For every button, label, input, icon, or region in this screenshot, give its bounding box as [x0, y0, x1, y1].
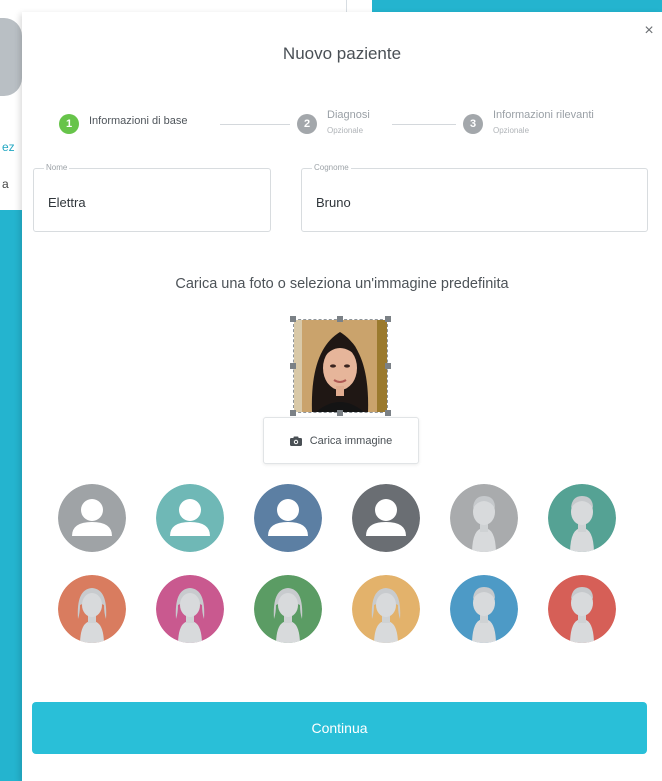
modal-title: Nuovo paziente	[282, 44, 402, 63]
last-name-label: Cognome	[312, 163, 351, 172]
avatar-generic-icon	[156, 484, 224, 552]
new-patient-modal: × Nuovo paziente 1 Informazioni di base …	[22, 12, 662, 781]
default-avatar-option[interactable]	[548, 575, 616, 643]
crop-handle[interactable]	[290, 316, 296, 322]
avatar-woman-icon	[58, 575, 126, 643]
avatar-man-icon	[450, 575, 518, 643]
background-sidebar: ez a	[0, 0, 22, 781]
background-partial-text: ez	[2, 140, 15, 154]
crop-handle[interactable]	[337, 410, 343, 416]
step-label: Diagnosi	[327, 109, 370, 121]
background-divider	[346, 0, 347, 12]
avatar-generic-icon	[254, 484, 322, 552]
crop-handle[interactable]	[290, 410, 296, 416]
background-partial-text: a	[2, 177, 9, 191]
step-label: Informazioni rilevanti	[493, 109, 594, 121]
default-avatar-option[interactable]	[352, 575, 420, 643]
close-icon[interactable]: ×	[640, 22, 658, 40]
crop-handle[interactable]	[290, 363, 296, 369]
first-name-field[interactable]: Nome	[33, 163, 271, 232]
crop-handle[interactable]	[385, 316, 391, 322]
avatar-generic-icon	[58, 484, 126, 552]
crop-handle[interactable]	[385, 363, 391, 369]
default-avatar-option[interactable]	[254, 484, 322, 552]
avatar-man-icon	[450, 484, 518, 552]
avatar-woman-icon	[352, 575, 420, 643]
upload-image-label: Carica immagine	[309, 434, 393, 447]
continue-button[interactable]: Continua	[32, 702, 647, 754]
patient-photo	[294, 320, 387, 412]
step-sublabel: Opzionale	[493, 126, 530, 135]
step-connector	[220, 124, 290, 125]
last-name-field[interactable]: Cognome	[301, 163, 648, 232]
first-name-input[interactable]	[46, 194, 263, 211]
default-avatar-option[interactable]	[58, 484, 126, 552]
step-connector	[392, 124, 456, 125]
avatar-woman-icon	[254, 575, 322, 643]
background-header-strip	[372, 0, 662, 12]
crop-handle[interactable]	[337, 316, 343, 322]
step-sublabel: Opzionale	[327, 126, 364, 135]
background-panel: ez a	[0, 0, 22, 210]
default-avatar-option[interactable]	[450, 484, 518, 552]
step-number-badge: 3	[463, 114, 483, 134]
default-avatar-option[interactable]	[156, 575, 224, 643]
default-avatar-option[interactable]	[58, 575, 126, 643]
step-number-badge: 1	[59, 114, 79, 134]
step-number-badge: 2	[297, 114, 317, 134]
avatar-man-icon	[548, 575, 616, 643]
first-name-label: Nome	[44, 163, 70, 172]
default-avatar-option[interactable]	[254, 575, 322, 643]
default-avatar-option[interactable]	[450, 575, 518, 643]
background-avatar	[0, 18, 22, 96]
uploaded-photo-crop[interactable]	[290, 316, 391, 416]
default-avatar-option[interactable]	[548, 484, 616, 552]
last-name-input[interactable]	[314, 194, 629, 211]
upload-image-button[interactable]: Carica immagine	[263, 417, 419, 464]
default-avatar-option[interactable]	[352, 484, 420, 552]
avatar-woman-icon	[156, 575, 224, 643]
camera-icon	[289, 436, 302, 446]
avatar-man-icon	[548, 484, 616, 552]
step-label: Informazioni di base	[89, 115, 188, 127]
avatar-generic-icon	[352, 484, 420, 552]
crop-handle[interactable]	[385, 410, 391, 416]
default-avatar-option[interactable]	[156, 484, 224, 552]
photo-instruction: Carica una foto o seleziona un'immagine …	[175, 276, 509, 292]
